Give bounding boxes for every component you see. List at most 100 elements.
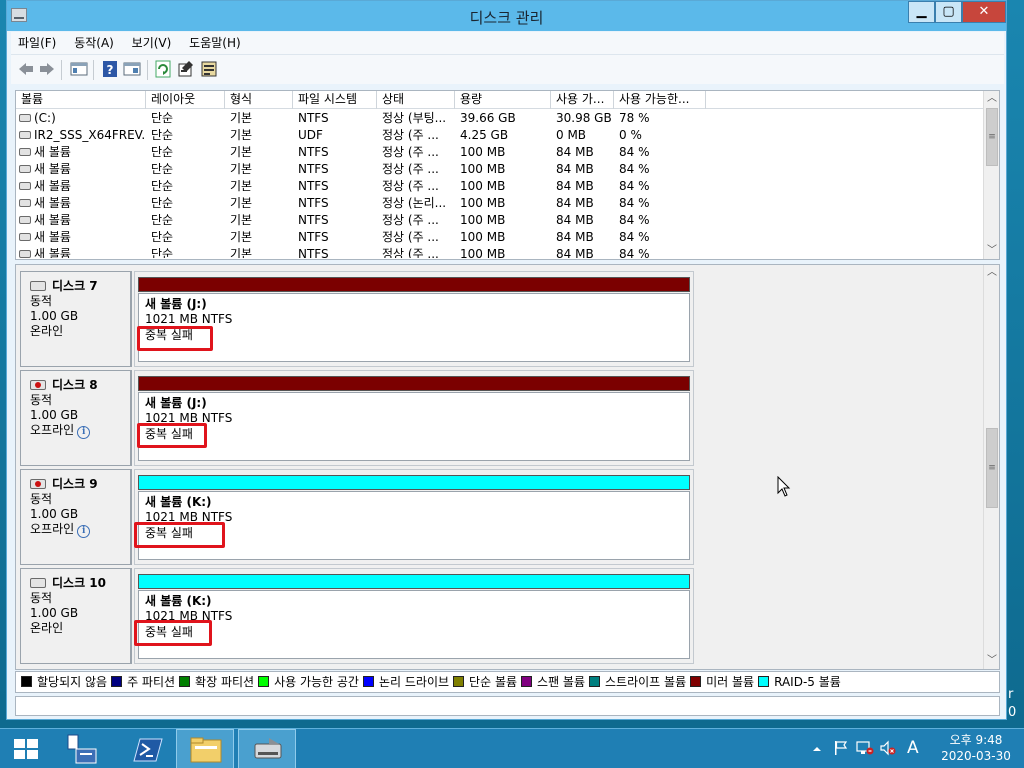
scrollbar-thumb[interactable]: ≡ bbox=[986, 108, 998, 166]
partition-size: 1021 MB NTFS bbox=[145, 510, 233, 524]
disk-icon bbox=[30, 280, 46, 291]
disk-management-taskbar-button[interactable] bbox=[238, 729, 296, 768]
disk-status: 온라인 bbox=[30, 621, 130, 636]
cell-type-text: 기본 bbox=[230, 111, 253, 125]
cell-percent-free-text: 0 % bbox=[619, 128, 642, 142]
volume-drive-icon bbox=[19, 232, 31, 241]
cell-layout-text: 단순 bbox=[151, 179, 174, 193]
table-row[interactable]: 새 볼륨 단순 기본 NTFS 정상 (주 ... 100 MB 84 MB 84 % bbox=[16, 178, 984, 195]
cell-volume-text: 새 볼륨 bbox=[34, 230, 71, 244]
cell-status-text: 정상 (주 ... bbox=[382, 179, 439, 193]
scrollbar-thumb[interactable]: ≡ bbox=[986, 428, 998, 508]
disk-info-panel[interactable]: 디스크 9 동적 1.00 GB 오프라인 i bbox=[20, 469, 132, 565]
maximize-button[interactable]: ▢ bbox=[935, 1, 962, 23]
disk-type: 동적 bbox=[30, 393, 53, 407]
volume-partition[interactable]: 새 볼륨 (K:) 1021 MB NTFS 중복 실패 bbox=[134, 469, 694, 565]
table-row[interactable]: IR2_SSS_X64FREV... 단순 기본 UDF 정상 (주 ... 4.25 G… bbox=[16, 127, 984, 144]
cell-capacity-text: 100 MB bbox=[460, 162, 506, 176]
table-row[interactable]: 새 볼륨 단순 기본 NTFS 정상 (주 ... 100 MB 84 MB 84 % bbox=[16, 246, 984, 258]
show-hide-console-tree-icon[interactable] bbox=[70, 60, 88, 78]
refresh-icon[interactable] bbox=[154, 60, 172, 78]
title-bar[interactable]: 디스크 관리 ▁ ▢ ✕ bbox=[7, 1, 1006, 31]
forward-icon[interactable] bbox=[38, 60, 56, 78]
table-row[interactable]: 새 볼륨 단순 기본 NTFS 정상 (주 ... 100 MB 84 MB 84 % bbox=[16, 161, 984, 178]
speaker-muted-icon[interactable] bbox=[879, 740, 897, 759]
disk-info-panel[interactable]: 디스크 8 동적 1.00 GB 오프라인 i bbox=[20, 370, 132, 466]
disk-view-scrollbar[interactable]: ︿ ≡ ﹀ bbox=[983, 265, 999, 669]
volume-drive-icon bbox=[19, 130, 31, 139]
partition-size: 1021 MB NTFS bbox=[145, 411, 233, 425]
disk-properties-icon[interactable] bbox=[200, 60, 218, 78]
cell-layout-text: 단순 bbox=[151, 230, 174, 244]
column-header-layout[interactable]: 레이아웃 bbox=[146, 91, 225, 109]
column-header-file-system[interactable]: 파일 시스템 bbox=[293, 91, 377, 109]
cell-volume-text: (C:) bbox=[34, 111, 56, 125]
legend-item: 할당되지 않음 bbox=[21, 672, 107, 692]
start-button[interactable] bbox=[0, 729, 58, 768]
cell-volume-text: 새 볼륨 bbox=[34, 179, 71, 193]
menu-help[interactable]: 도움말(H) bbox=[182, 32, 248, 54]
info-icon[interactable]: i bbox=[77, 525, 91, 538]
disk-info-panel[interactable]: 디스크 7 동적 1.00 GB 온라인 bbox=[20, 271, 132, 367]
table-row[interactable]: 새 볼륨 단순 기본 NTFS 정상 (주 ... 100 MB 84 MB 84 % bbox=[16, 229, 984, 246]
up-arrow-icon[interactable] bbox=[812, 743, 822, 753]
cell-layout-text: 단순 bbox=[151, 196, 174, 210]
properties-pane-icon[interactable] bbox=[123, 60, 141, 78]
cell-layout-text: 단순 bbox=[151, 111, 174, 125]
disk-name-text: 디스크 8 bbox=[52, 378, 98, 392]
server-manager-button[interactable] bbox=[56, 729, 114, 768]
ime-icon[interactable]: A bbox=[907, 738, 919, 758]
close-button[interactable]: ✕ bbox=[962, 1, 1006, 23]
partition-size: 1021 MB NTFS bbox=[145, 312, 233, 326]
disk-name-text: 디스크 9 bbox=[52, 477, 98, 491]
table-row[interactable]: 새 볼륨 단순 기본 NTFS 정상 (주 ... 100 MB 84 MB 84 % bbox=[16, 144, 984, 161]
network-icon[interactable] bbox=[856, 740, 874, 759]
cell-percent-free: 78 % bbox=[619, 110, 706, 127]
table-row[interactable]: 새 볼륨 단순 기본 NTFS 정상 (주 ... 100 MB 84 MB 84 % bbox=[16, 212, 984, 229]
flag-icon[interactable] bbox=[833, 740, 849, 759]
cell-percent-free: 0 % bbox=[619, 127, 706, 144]
help-icon[interactable]: ? bbox=[101, 60, 119, 78]
partition-status: 중복 실패 bbox=[145, 526, 193, 540]
column-header-free-space[interactable]: 사용 가... bbox=[551, 91, 614, 109]
menu-file[interactable]: 파일(F) bbox=[11, 32, 63, 54]
partition-volume-name: 새 볼륨 (K:) bbox=[145, 594, 212, 608]
column-header-status[interactable]: 상태 bbox=[377, 91, 455, 109]
legend-item: 주 파티션 bbox=[111, 672, 175, 692]
back-icon[interactable] bbox=[17, 60, 35, 78]
volume-partition[interactable]: 새 볼륨 (J:) 1021 MB NTFS 중복 실패 bbox=[134, 271, 694, 367]
column-header-volume[interactable]: 볼륨 bbox=[16, 91, 146, 109]
legend-label: 스팬 볼륨 bbox=[537, 675, 586, 689]
toolbar-separator bbox=[93, 60, 94, 80]
info-icon[interactable]: i bbox=[77, 426, 91, 439]
menu-view[interactable]: 보기(V) bbox=[125, 32, 179, 54]
cell-status-text: 정상 (주 ... bbox=[382, 128, 439, 142]
volume-partition[interactable]: 새 볼륨 (J:) 1021 MB NTFS 중복 실패 bbox=[134, 370, 694, 466]
powershell-button[interactable] bbox=[118, 729, 176, 768]
cell-type: 기본 bbox=[230, 127, 293, 144]
legend-swatch bbox=[21, 676, 32, 687]
system-clock[interactable]: 오후 9:48 2020-03-30 bbox=[934, 732, 1018, 764]
disk-block: 디스크 10 동적 1.00 GB 온라인 새 볼륨 (K:) 1021 MB NTFS 중… bbox=[20, 568, 694, 664]
menu-action[interactable]: 동작(A) bbox=[67, 32, 121, 54]
volume-partition[interactable]: 새 볼륨 (K:) 1021 MB NTFS 중복 실패 bbox=[134, 568, 694, 664]
legend-swatch bbox=[758, 676, 770, 687]
table-row[interactable]: (C:) 단순 기본 NTFS 정상 (부팅... 39.66 GB 30.98 GB 78 … bbox=[16, 110, 984, 127]
cell-free-space: 84 MB bbox=[556, 229, 614, 246]
volume-list-scrollbar[interactable]: ︿ ≡ ﹀ bbox=[983, 91, 999, 259]
legend-swatch bbox=[111, 676, 123, 687]
disk-info-panel[interactable]: 디스크 10 동적 1.00 GB 온라인 bbox=[20, 568, 132, 664]
column-header-percent-free[interactable]: 사용 가능한... bbox=[614, 91, 706, 109]
minimize-button[interactable]: ▁ bbox=[908, 1, 935, 23]
scroll-down-arrow-icon[interactable]: ﹀ bbox=[984, 243, 1000, 259]
cell-file-system-text: NTFS bbox=[298, 230, 329, 244]
legend-label: 주 파티션 bbox=[127, 675, 176, 689]
scroll-down-arrow-icon[interactable]: ﹀ bbox=[984, 653, 999, 669]
table-row[interactable]: 새 볼륨 단순 기본 NTFS 정상 (논리... 100 MB 84 MB 84 % bbox=[16, 195, 984, 212]
column-header-capacity[interactable]: 용량 bbox=[455, 91, 551, 109]
file-explorer-button[interactable] bbox=[176, 729, 234, 768]
settings-icon[interactable] bbox=[177, 60, 195, 78]
column-header-type[interactable]: 형식 bbox=[225, 91, 293, 109]
scroll-up-arrow-icon[interactable]: ︿ bbox=[984, 91, 1000, 107]
scroll-up-arrow-icon[interactable]: ︿ bbox=[984, 265, 999, 281]
